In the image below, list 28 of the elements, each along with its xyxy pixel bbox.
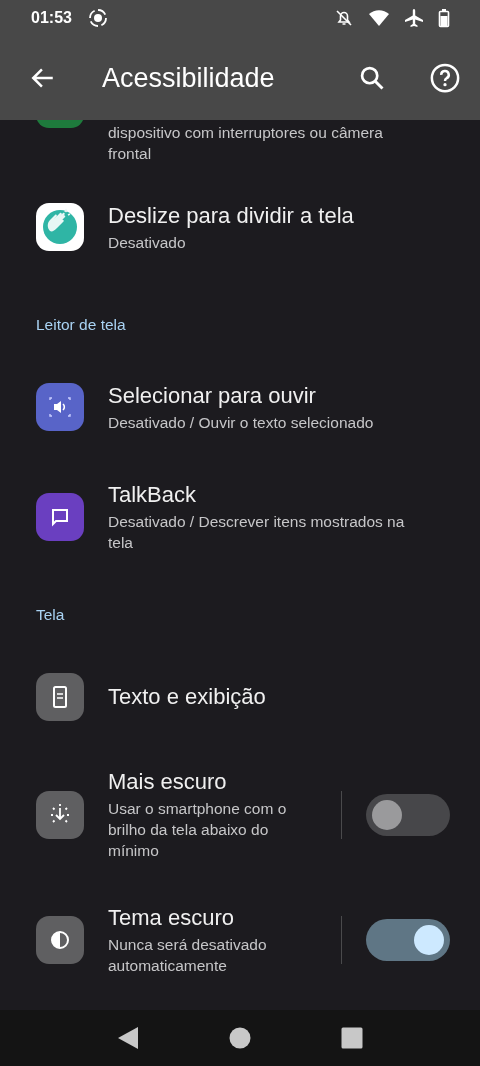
setting-summary: Desativado / Ouvir o texto selecionado — [108, 412, 375, 433]
section-header: Tela — [35, 605, 66, 625]
record-icon — [87, 8, 108, 28]
clock: 01:53 — [31, 9, 72, 27]
setting-title[interactable]: Texto e exibição — [108, 683, 428, 711]
setting-title[interactable]: TalkBack — [108, 481, 428, 509]
setting-summary: Desativado / Descrever itens mostrados na tela — [108, 512, 406, 553]
setting-summary: Nunca será desativado automaticamente — [108, 934, 268, 976]
toggle-switch[interactable] — [366, 793, 450, 836]
airplane-icon — [404, 8, 424, 28]
section-header: Leitor de tela — [35, 315, 127, 335]
search-icon[interactable] — [358, 64, 386, 92]
setting-title[interactable]: Tema escuro — [108, 903, 323, 932]
home-nav-icon[interactable] — [229, 1027, 251, 1049]
help-icon[interactable] — [430, 63, 460, 93]
wifi-icon — [368, 9, 390, 27]
back-nav-icon[interactable] — [117, 1026, 139, 1050]
setting-summary: Desativado — [108, 232, 187, 253]
setting-summary: Usar o smartphone com o brilho da tela abaixo do mínimo — [108, 799, 288, 861]
recents-nav-icon[interactable] — [341, 1027, 363, 1049]
setting-summary: dispositivo com interruptores ou câmera frontal — [108, 123, 384, 164]
setting-title[interactable]: Selecionar para ouvir — [108, 381, 428, 410]
setting-title[interactable]: Mais escuro — [108, 768, 323, 796]
bell-off-icon — [334, 8, 354, 28]
toggle-switch[interactable] — [366, 918, 450, 961]
screen-title: Acessibilidade — [102, 62, 276, 94]
battery-icon — [438, 8, 450, 28]
setting-title[interactable]: Deslize para dividir a tela — [108, 201, 428, 230]
